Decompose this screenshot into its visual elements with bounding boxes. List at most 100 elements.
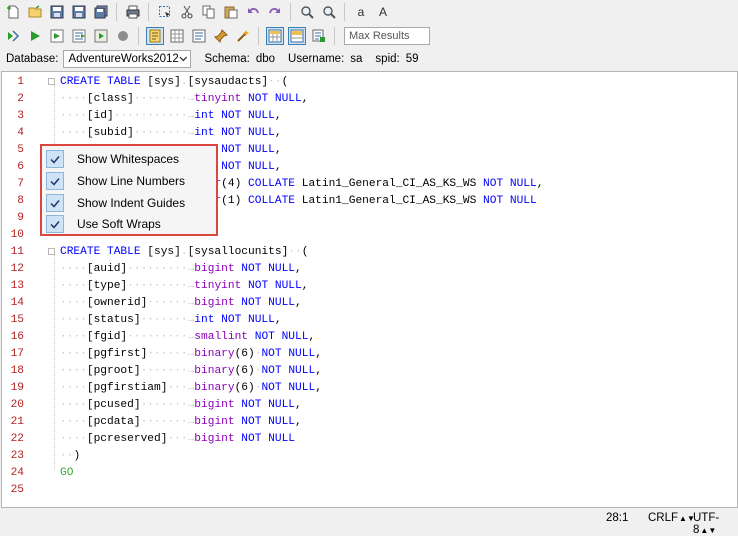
undo-button[interactable] <box>244 3 262 21</box>
code-line[interactable]: 13 ····[type]·········→tinyint NOT NULL, <box>2 278 737 295</box>
database-select[interactable]: AdventureWorks2012 <box>63 50 192 68</box>
save-as-button[interactable] <box>70 3 88 21</box>
code-token: , <box>536 178 544 190</box>
line-ending-select[interactable]: CRLF▲▼ <box>648 512 695 524</box>
results-text-icon <box>192 29 206 43</box>
lowercase-button[interactable]: a <box>352 3 370 21</box>
code-token: ···· <box>60 365 87 377</box>
main-toolbar: a A <box>0 0 738 24</box>
code-token: ···· <box>60 297 87 309</box>
updown-icon: ▲▼ <box>700 526 717 535</box>
uppercase-button[interactable]: A <box>374 3 392 21</box>
code-line[interactable]: 12 ····[auid]·········→bigint NOT NULL, <box>2 261 737 278</box>
code-line[interactable]: 23 ··) <box>2 448 737 465</box>
run-selection-button[interactable] <box>48 27 66 45</box>
pin-button[interactable] <box>212 27 230 45</box>
find-button[interactable] <box>298 3 316 21</box>
stop-button[interactable] <box>114 27 132 45</box>
editor-options-menu: Show Whitespaces Show Line Numbers Show … <box>40 144 218 236</box>
code-token: , <box>315 348 322 360</box>
code-token: , <box>274 110 282 122</box>
code-line[interactable]: 20 ····[pcused]·······→bigint NOT NULL, <box>2 397 737 414</box>
code-token: ·········→ <box>127 263 195 275</box>
menu-item-show-indent-guides[interactable]: Show Indent Guides <box>46 193 214 213</box>
comment-button[interactable] <box>146 27 164 45</box>
redo-button[interactable] <box>266 3 284 21</box>
grid-view-button[interactable] <box>266 27 284 45</box>
code-text: CREATE TABLE [sys].[sysaudacts]··( <box>60 74 288 91</box>
code-line[interactable]: 11 CREATE TABLE [sys].[sysallocunits]··( <box>2 244 737 261</box>
menu-item-label: Use Soft Wraps <box>77 217 161 231</box>
code-token: ···· <box>60 93 87 105</box>
copy-icon <box>202 5 215 19</box>
save-button[interactable] <box>48 3 66 21</box>
code-token: ·········→ <box>127 280 195 292</box>
code-token: ···········→ <box>113 110 195 122</box>
wand-button[interactable] <box>234 27 252 45</box>
code-token: bigint <box>194 297 242 309</box>
code-token: ( <box>281 76 289 88</box>
results-grid-button[interactable] <box>168 27 186 45</box>
code-token: ·······→ <box>140 399 195 411</box>
new-file-button[interactable] <box>4 3 22 21</box>
line-number: 4 <box>17 127 24 139</box>
split-view-button[interactable] <box>288 27 306 45</box>
check-icon <box>46 215 64 233</box>
code-token: ) <box>73 450 81 462</box>
code-line[interactable]: 1 CREATE TABLE [sys].[sysaudacts]··( <box>2 74 737 91</box>
code-token: ······→ <box>147 348 195 360</box>
format-button[interactable] <box>310 27 328 45</box>
code-token: NOT NULL <box>241 263 296 275</box>
results-text-button[interactable] <box>190 27 208 45</box>
code-token: bigint <box>194 399 242 411</box>
execute-button[interactable] <box>4 27 22 45</box>
open-file-button[interactable] <box>26 3 44 21</box>
code-line[interactable]: 19 ····[pgfirstiam]···→binary(6)·NOT NULL… <box>2 380 737 397</box>
menu-item-show-whitespaces[interactable]: Show Whitespaces <box>46 149 214 169</box>
code-line[interactable]: 17 ····[pgfirst]······→binary(6)·NOT NULL… <box>2 346 737 363</box>
code-line[interactable]: 24 GO <box>2 465 737 482</box>
code-line[interactable]: 4 ····[subid]········→int NOT NULL, <box>2 125 737 142</box>
code-line[interactable]: 15 ····[status]·······→int NOT NULL, <box>2 312 737 329</box>
code-token: , <box>295 297 302 309</box>
line-number: 2 <box>17 93 24 105</box>
run-single-button[interactable] <box>92 27 110 45</box>
sql-editor[interactable]: 1 CREATE TABLE [sys].[sysaudacts]··( 2 ····… <box>1 71 738 508</box>
code-token: NOT NULL <box>241 297 296 309</box>
cut-button[interactable] <box>178 3 196 21</box>
paste-button[interactable] <box>222 3 240 21</box>
line-number: 22 <box>10 433 24 445</box>
find-next-icon <box>323 6 336 19</box>
code-line[interactable]: 21 ····[pcdata]·······→bigint NOT NULL, <box>2 414 737 431</box>
print-button[interactable] <box>124 3 142 21</box>
code-token: ( <box>301 246 309 258</box>
code-token: NOT NULL <box>248 280 302 292</box>
code-token: bigint <box>194 263 242 275</box>
code-token: ···· <box>60 127 87 139</box>
status-bar: 28:1 CRLF▲▼ UTF-8▲▼ <box>0 508 738 536</box>
database-label: Database: <box>6 53 59 65</box>
copy-button[interactable] <box>200 3 218 21</box>
encoding-select[interactable]: UTF-8▲▼ <box>693 512 738 536</box>
save-all-button[interactable] <box>92 3 110 21</box>
code-token: CREATE TABLE <box>60 246 148 258</box>
find-next-button[interactable] <box>320 3 338 21</box>
stop-icon <box>118 31 128 41</box>
paste-icon <box>224 6 238 19</box>
code-line[interactable]: 14 ····[ownerid]······→bigint NOT NULL, <box>2 295 737 312</box>
run-button[interactable] <box>26 27 44 45</box>
max-results-input[interactable]: Max Results <box>344 27 430 45</box>
menu-item-use-soft-wraps[interactable]: Use Soft Wraps <box>46 214 214 234</box>
code-line[interactable]: 25 <box>2 482 737 499</box>
run-step-button[interactable] <box>70 27 88 45</box>
code-line[interactable]: 22 ····[pcreserved]···→bigint NOT NULL <box>2 431 737 448</box>
select-button[interactable] <box>156 3 174 21</box>
code-line[interactable]: 16 ····[fgid]·········→smallint NOT NULL, <box>2 329 737 346</box>
code-line[interactable]: 18 ····[pgroot]·······→binary(6)·NOT NULL… <box>2 363 737 380</box>
menu-item-show-line-numbers[interactable]: Show Line Numbers <box>46 171 214 191</box>
code-line[interactable]: 3 ····[id]···········→int NOT NULL, <box>2 108 737 125</box>
toolbar-separator <box>334 27 335 45</box>
code-token: binary <box>194 348 235 360</box>
code-line[interactable]: 2 ····[class]········→tinyint NOT NULL, <box>2 91 737 108</box>
line-number: 7 <box>17 178 24 190</box>
